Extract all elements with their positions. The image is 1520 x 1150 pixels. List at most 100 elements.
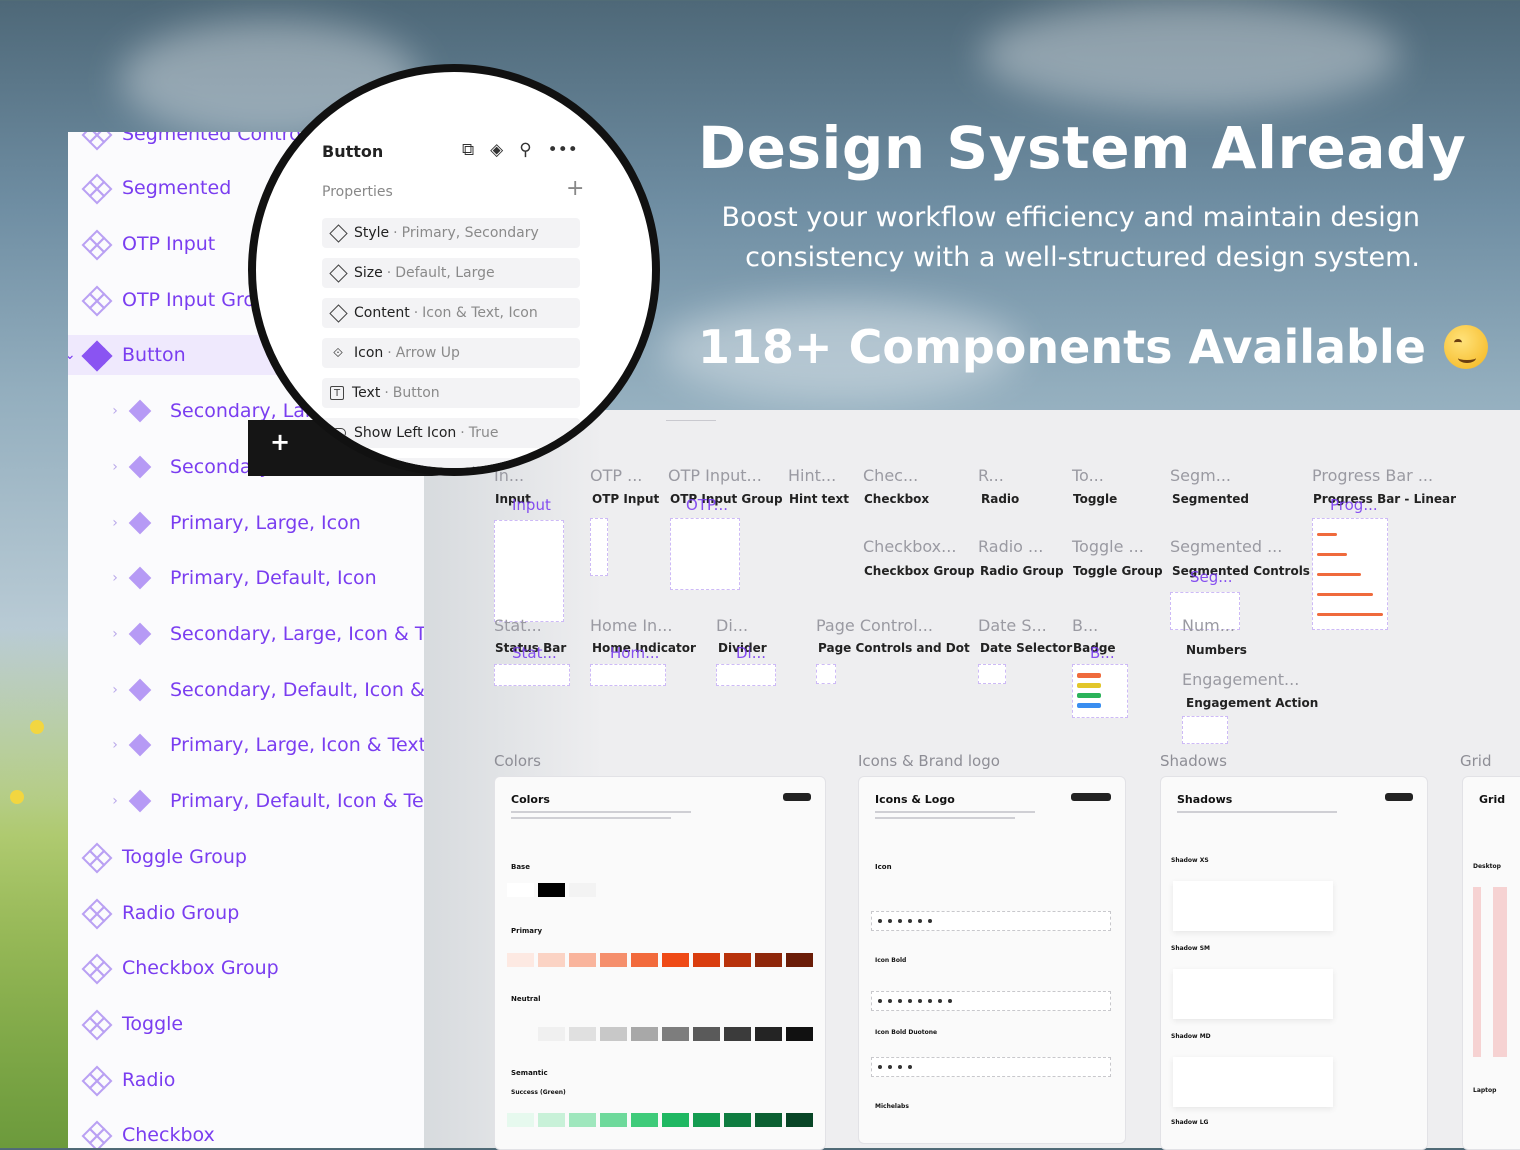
layer-label: Primary, Default, Icon (170, 567, 377, 589)
property-name: Icon (354, 345, 384, 361)
property-name: Size (354, 265, 383, 281)
separator: · (413, 305, 419, 321)
component-icon (81, 953, 113, 985)
plus-icon: + (270, 428, 291, 456)
frame-title: Home In... (590, 616, 673, 635)
add-property-icon[interactable]: + (566, 176, 584, 201)
layer-variant-item[interactable]: › Primary, Default, Icon (102, 558, 377, 598)
icon-glyph (878, 999, 882, 1003)
text-placeholder (1177, 811, 1337, 813)
variant-icon (128, 399, 152, 423)
property-row[interactable]: Size · Default, Large (322, 258, 580, 288)
separator: · (387, 345, 392, 361)
chevron-right-icon[interactable]: › (102, 459, 128, 475)
component-name[interactable]: Toggle Group (1073, 564, 1163, 578)
palette-label: Success (Green) (511, 1089, 566, 1096)
component-name[interactable]: Date Selector (980, 641, 1072, 655)
grid-column (1493, 887, 1507, 1057)
icon-glyph (908, 1065, 912, 1069)
component-name[interactable]: Radio Group (980, 564, 1064, 578)
component-tag: OTP... (686, 496, 728, 514)
variant-icon (328, 223, 348, 243)
text-placeholder (875, 817, 1015, 819)
chevron-right-icon[interactable]: › (102, 737, 128, 753)
property-row[interactable]: ⟐ Icon · Arrow Up (322, 338, 580, 368)
layer-variant-item[interactable]: › Secondary, Default, Icon & Text (102, 670, 424, 710)
property-row[interactable]: T Text · Button (322, 378, 580, 408)
component-name[interactable]: Radio (981, 492, 1019, 506)
chevron-right-icon[interactable]: › (102, 682, 128, 698)
component-icon (81, 1009, 113, 1041)
palette-label: Neutral (511, 995, 541, 1003)
separator: · (393, 225, 398, 241)
shadow-label: Shadow LG (1171, 1119, 1209, 1126)
layer-item[interactable]: Radio (81, 1060, 175, 1100)
chevron-right-icon[interactable]: › (102, 626, 128, 642)
colors-card[interactable]: Colors Base Primary Neutral Semantic Suc… (494, 776, 826, 1150)
frame-title: Di... (716, 616, 749, 635)
page-control-preview (816, 664, 836, 684)
shadows-card[interactable]: Shadows Shadow XS Shadow SM Shadow MD Sh… (1160, 776, 1428, 1150)
frame-title: Toggle ... (1072, 537, 1144, 556)
chevron-down-icon[interactable]: ⌄ (68, 347, 76, 363)
palette-label: Primary (511, 927, 543, 935)
property-name: Content (354, 305, 410, 321)
layer-item[interactable]: Segmented (81, 168, 231, 208)
more-icon[interactable]: ••• (548, 140, 578, 160)
icon-glyph (938, 999, 942, 1003)
layer-item[interactable]: Toggle Group (81, 837, 247, 877)
layer-variant-item[interactable]: › Primary, Large, Icon (102, 503, 361, 543)
select-instance-icon[interactable]: ⧉ (462, 140, 474, 160)
frame-title: Num... (1182, 616, 1235, 635)
component-name[interactable]: Hint text (789, 492, 849, 506)
swatch (786, 1113, 813, 1127)
icon-grid-duotone (871, 1057, 1111, 1077)
component-diamond-icon[interactable]: ◈ (490, 140, 503, 160)
chevron-right-icon[interactable]: › (102, 570, 128, 586)
layer-item[interactable]: Radio Group (81, 893, 239, 933)
component-name[interactable]: Checkbox Group (864, 564, 974, 578)
property-row[interactable]: Show Left Icon · True (322, 418, 580, 448)
adjust-icon[interactable]: ⚲ (519, 140, 531, 160)
component-name[interactable]: Checkbox (864, 492, 929, 506)
input-preview (494, 520, 564, 622)
icon-glyph (918, 999, 922, 1003)
icon-glyph (918, 919, 922, 923)
layer-variant-item[interactable]: › Secondary, Large, Icon & Text (102, 614, 424, 654)
swatch (507, 883, 534, 897)
variant-icon (128, 733, 152, 757)
frame-title: Progress Bar ... (1312, 466, 1434, 485)
frame-title: Segmented ... (1170, 537, 1283, 556)
grid-card[interactable]: Grid Desktop Laptop (1462, 776, 1520, 1150)
chevron-right-icon[interactable]: › (102, 793, 128, 809)
component-icon (81, 898, 113, 930)
property-row[interactable]: Content · Icon & Text, Icon (322, 298, 580, 328)
icons-card[interactable]: Icons & Logo Icon Icon Bold Icon Bold Du… (858, 776, 1126, 1144)
card-title: Colors (511, 793, 550, 806)
layer-label: Toggle (122, 1013, 184, 1035)
icon-glyph (888, 919, 892, 923)
layer-item[interactable]: Segmented Control (81, 132, 306, 154)
frame-title: OTP Input... (668, 466, 762, 485)
component-name[interactable]: OTP Input (592, 492, 659, 506)
component-name[interactable]: Page Controls and Dot (818, 641, 970, 655)
layer-item[interactable]: Toggle (81, 1004, 184, 1044)
flower-decoration (10, 790, 24, 804)
layer-label: OTP Input (122, 233, 216, 255)
layer-item[interactable]: OTP Input (81, 224, 216, 264)
component-name[interactable]: Numbers (1186, 643, 1247, 657)
component-icon (81, 173, 113, 205)
chevron-right-icon[interactable]: › (102, 515, 128, 531)
separator: · (384, 385, 389, 401)
component-name[interactable]: Toggle (1073, 492, 1117, 506)
component-name[interactable]: Engagement Action (1186, 696, 1318, 710)
component-name[interactable]: Segmented (1172, 492, 1249, 506)
chevron-right-icon[interactable]: › (102, 403, 128, 419)
layer-item[interactable]: Checkbox Group (81, 948, 279, 988)
card-tag (1385, 793, 1413, 801)
layer-variant-item[interactable]: › Primary, Default, Icon & Text (102, 781, 424, 821)
layer-item[interactable]: Checkbox (81, 1115, 215, 1148)
layer-variant-item[interactable]: › Primary, Large, Icon & Text (102, 725, 424, 765)
component-icon (81, 229, 113, 261)
property-row[interactable]: Style · Primary, Secondary (322, 218, 580, 248)
